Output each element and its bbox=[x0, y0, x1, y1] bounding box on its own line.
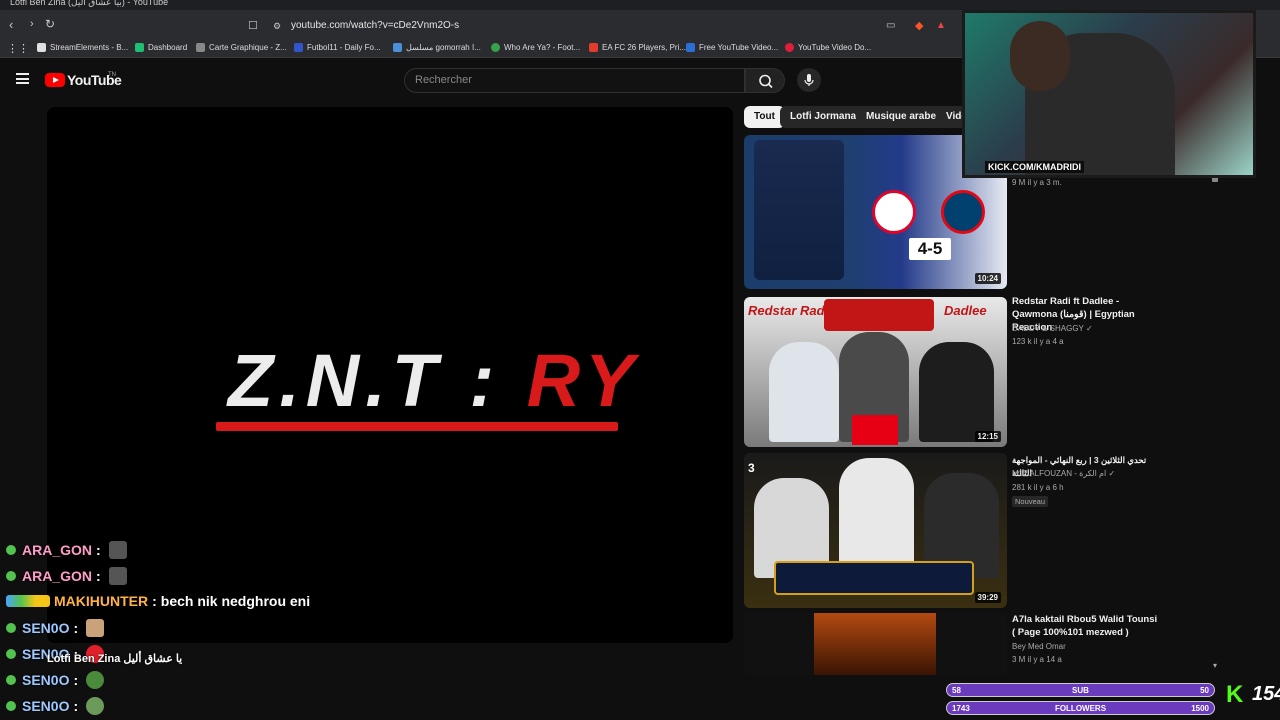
video-thumbnail[interactable]: Redstar Radi Dadlee 12:15 bbox=[744, 297, 1007, 447]
video-channel-logo: Z.N.T : RY bbox=[228, 339, 641, 422]
chat-emote-icon bbox=[86, 619, 105, 637]
user-badges-icon bbox=[6, 595, 50, 607]
followers-goal-bar: 1743 FOLLOWERS 1500 bbox=[946, 701, 1215, 715]
bookmark-favicon-icon bbox=[294, 43, 303, 52]
streamer-webcam bbox=[962, 10, 1256, 178]
verified-dot-icon bbox=[6, 571, 16, 581]
verified-dot-icon bbox=[6, 701, 16, 711]
reload-icon[interactable]: ↻ bbox=[45, 17, 55, 31]
bookmark-favicon-icon bbox=[135, 43, 144, 52]
video-thumbnail[interactable] bbox=[744, 613, 1007, 675]
video-meta: 9 M il y a 3 m. bbox=[1012, 178, 1062, 187]
apps-icon[interactable]: ⋮⋮ bbox=[7, 42, 29, 55]
streamer-head bbox=[1010, 21, 1070, 91]
viewer-count: 154 bbox=[1252, 683, 1280, 705]
video-channel[interactable]: Bey Med Omar bbox=[1012, 642, 1066, 651]
bookmark-item[interactable]: EA FC 26 Players, Pri... bbox=[589, 43, 686, 52]
chat-message: SEN0O: bbox=[6, 697, 105, 715]
bookmark-item[interactable]: Who Are Ya? - Foot... bbox=[491, 43, 580, 52]
bookmark-favicon-icon bbox=[686, 43, 695, 52]
bookmark-favicon-icon bbox=[785, 43, 794, 52]
bookmark-item[interactable]: مسلسل gomorrah ا... bbox=[393, 43, 481, 52]
brave-shield-icon[interactable]: ◆ bbox=[915, 19, 923, 32]
hamburger-menu-icon[interactable] bbox=[16, 73, 29, 84]
chip-all[interactable]: Tout bbox=[744, 106, 785, 128]
chat-message: ARA_GON: bbox=[6, 541, 127, 559]
thumbnail-arabic-banner bbox=[774, 561, 974, 595]
video-meta: 281 k il y a 6 h bbox=[1012, 483, 1064, 492]
cast-icon[interactable]: ▭ bbox=[886, 20, 895, 31]
microphone-icon bbox=[804, 74, 814, 86]
thumbnail-player-figure bbox=[754, 140, 844, 280]
country-code: TN bbox=[108, 72, 116, 78]
bookmark-favicon-icon bbox=[393, 43, 402, 52]
chip-lotfi-jormana[interactable]: Lotfi Jormana bbox=[780, 106, 867, 128]
search-input[interactable]: Rechercher bbox=[404, 68, 745, 93]
pepe-emote-icon bbox=[86, 671, 105, 689]
chat-emote-icon bbox=[108, 567, 127, 585]
thumbnail-arabic-title bbox=[824, 299, 934, 331]
bookmark-icon[interactable]: ☐ bbox=[248, 19, 258, 32]
sub-goal-bar: 58 SUB 50 bbox=[946, 683, 1215, 697]
chat-message: SEN0O: bbox=[6, 619, 105, 637]
search-icon bbox=[759, 74, 773, 89]
chat-message: SEN0O: bbox=[6, 671, 105, 689]
bookmark-item[interactable]: YouTube Video Do... bbox=[785, 43, 871, 52]
pepe-emote-icon bbox=[86, 697, 105, 715]
chat-message: ARA_GON: bbox=[6, 567, 127, 585]
verified-dot-icon bbox=[6, 623, 16, 633]
video-channel[interactable]: DADDY & SHAGGY ✓ bbox=[1012, 324, 1093, 333]
chat-emote-icon bbox=[108, 541, 127, 559]
video-channel[interactable]: M12 ALFOUZAN - ام الكرة ✓ bbox=[1012, 469, 1115, 478]
video-duration: 39:29 bbox=[974, 592, 1001, 603]
score-graphic: 4-5 bbox=[909, 238, 951, 260]
search-button[interactable] bbox=[745, 68, 785, 93]
new-badge: Nouveau bbox=[1012, 496, 1049, 507]
thumbnail-person-left bbox=[769, 342, 839, 442]
kick-logo-icon: K bbox=[1226, 681, 1244, 708]
chat-message: MAKIHUNTER: bech nik nedghrou eni bbox=[6, 593, 310, 609]
thumbnail-text-left: Redstar Radi bbox=[748, 303, 829, 318]
tab-title[interactable]: Lotfi Ben Zina (بيا عشاق أليل) - YouTube bbox=[10, 0, 168, 8]
thumbnail-episode-number: 3 bbox=[748, 461, 755, 475]
bookmark-favicon-icon bbox=[37, 43, 46, 52]
back-icon[interactable]: ‹ bbox=[9, 17, 13, 32]
url-field[interactable]: youtube.com/watch?v=cDe2Vnm2O-s bbox=[291, 20, 459, 31]
bookmark-favicon-icon bbox=[491, 43, 500, 52]
voice-search-button[interactable] bbox=[797, 68, 821, 92]
bookmark-item[interactable]: Free YouTube Video... bbox=[686, 43, 778, 52]
scroll-down-icon[interactable]: ▾ bbox=[1213, 661, 1217, 670]
video-title[interactable]: A7la kaktail Rbou5 Walid Tounsi ( Page 1… bbox=[1012, 613, 1162, 639]
youtube-play-icon bbox=[45, 73, 65, 87]
video-meta: 3 M il y a 14 a bbox=[1012, 655, 1062, 664]
bayern-crest-icon bbox=[872, 190, 916, 234]
logo-underline bbox=[216, 422, 618, 431]
forward-icon[interactable]: › bbox=[30, 18, 34, 30]
psg-crest-icon bbox=[941, 190, 985, 234]
thumbnail-text-right: Dadlee bbox=[944, 303, 987, 318]
site-info-icon[interactable]: ⚙ bbox=[273, 21, 281, 32]
verified-dot-icon bbox=[6, 675, 16, 685]
video-duration: 12:15 bbox=[974, 431, 1001, 442]
bookmark-item[interactable]: Futbol11 - Daily Fo... bbox=[294, 43, 381, 52]
thumbnail-singer bbox=[814, 613, 936, 675]
tunisia-flag-icon bbox=[852, 415, 898, 445]
video-duration: 10:24 bbox=[974, 273, 1001, 284]
rewards-icon[interactable]: ▲ bbox=[936, 20, 946, 31]
kick-channel-label: KICK.COM/KMADRIDI bbox=[985, 161, 1084, 173]
verified-dot-icon bbox=[6, 545, 16, 555]
thumbnail-person-center bbox=[839, 458, 914, 568]
bookmark-item[interactable]: StreamElements - B... bbox=[37, 43, 128, 52]
video-thumbnail[interactable]: 3 39:29 bbox=[744, 453, 1007, 608]
bookmark-favicon-icon bbox=[196, 43, 205, 52]
tab-bar: Lotfi Ben Zina (بيا عشاق أليل) - YouTube bbox=[0, 0, 1280, 10]
video-meta: 123 k il y a 4 a bbox=[1012, 337, 1064, 346]
now-playing-song: Lotfi Ben Zina يا عشاق أليل bbox=[47, 653, 183, 665]
chip-arabic-music[interactable]: Musique arabe bbox=[856, 106, 947, 128]
thumbnail-person-right bbox=[919, 342, 994, 442]
verified-dot-icon bbox=[6, 649, 16, 659]
bookmark-favicon-icon bbox=[589, 43, 598, 52]
bookmark-item[interactable]: Carte Graphique - Z... bbox=[196, 43, 287, 52]
bookmark-item[interactable]: Dashboard bbox=[135, 43, 187, 52]
